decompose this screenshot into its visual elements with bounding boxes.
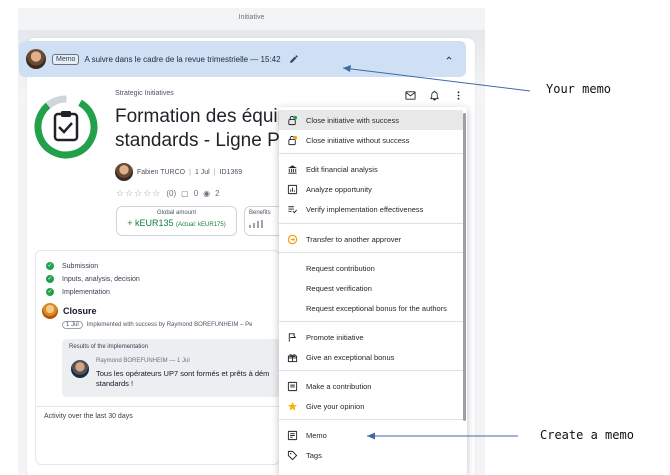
benefits-bars-icon	[249, 220, 279, 228]
memo-tag: Memo	[52, 53, 80, 65]
closure-meta: 1 Jul Implemented with success by Raymon…	[62, 321, 252, 329]
header-actions	[405, 90, 464, 101]
chevron-up-icon[interactable]	[444, 53, 454, 63]
menu-scrollbar[interactable]	[463, 113, 466, 421]
global-amount-value: + kEUR135 (Actual: kEUR175)	[127, 218, 226, 228]
memo-icon	[286, 429, 298, 441]
benefits-box[interactable]: Benefits	[244, 206, 284, 236]
view-count: 2	[215, 189, 220, 198]
results-author-avatar	[71, 360, 89, 378]
star-rating-icon[interactable]: ☆☆☆☆☆	[116, 188, 161, 199]
eye-icon: ◉	[203, 189, 211, 198]
menu-item-transfer[interactable]: Transfer to another approver	[279, 229, 463, 249]
results-title: Results of the implementation	[69, 344, 149, 350]
divider	[36, 406, 279, 407]
check-icon: ✓	[46, 262, 54, 270]
owner-date: 1 Jul	[194, 168, 210, 176]
memo-banner[interactable]: Memo A suivre dans le cadre de la revue …	[19, 41, 466, 77]
check-icon: ✓	[46, 288, 54, 296]
annotation-your-memo: Your memo	[546, 82, 612, 96]
menu-item-request-bonus[interactable]: Request exceptional bonus for the author…	[279, 298, 463, 318]
results-author: Raymond BOREFUNHEIM — 1 Jul	[96, 358, 190, 364]
menu-item-request-contribution[interactable]: Request contribution	[279, 258, 463, 278]
results-box: Results of the implementation Raymond BO…	[62, 339, 281, 397]
results-text: Tous les opérateurs UP7 sont formés et p…	[96, 369, 270, 388]
window-title: Initiative	[18, 8, 485, 30]
menu-item-contribute[interactable]: Make a contribution	[279, 376, 463, 396]
menu-item-edit-financial[interactable]: Edit financial analysis	[279, 159, 463, 179]
menu-item-verify[interactable]: Verify implementation effectiveness	[279, 199, 463, 219]
closure-heading: Closure	[42, 303, 97, 319]
star-icon	[286, 400, 298, 412]
memo-author-avatar	[26, 49, 46, 69]
rating-row: ☆☆☆☆☆ (0) ▢ 0 ◉ 2	[116, 188, 220, 199]
progress-ring-icon	[34, 95, 98, 159]
initiative-id: ID1369	[219, 168, 243, 176]
menu-item-tags[interactable]: Tags	[279, 445, 463, 465]
menu-item-memo[interactable]: Memo	[279, 425, 463, 445]
menu-item-analyze[interactable]: Analyze opportunity	[279, 179, 463, 199]
lock-success-icon	[286, 114, 298, 126]
menu-item-give-bonus[interactable]: Give an exceptional bonus	[279, 347, 463, 367]
menu-item-close-failure[interactable]: Close initiative without success	[279, 130, 463, 150]
bell-icon[interactable]	[429, 90, 440, 101]
workflow-step: ✓ Submission	[46, 262, 99, 270]
owner-avatar	[115, 163, 133, 181]
workflow-section: ✓ Submission ✓ Inputs, analysis, decisio…	[35, 250, 281, 465]
owner-row: Fabien TURCO | 1 Jul | ID1369	[115, 163, 242, 181]
check-icon: ✓	[46, 275, 54, 283]
transfer-icon	[286, 233, 298, 245]
closure-date-pill: 1 Jul	[62, 321, 83, 329]
tag-icon	[286, 449, 298, 461]
global-amount-box[interactable]: Global amount + kEUR135 (Actual: kEUR175…	[116, 206, 237, 236]
flag-icon	[286, 331, 298, 343]
benefits-label: Benefits	[249, 210, 271, 216]
rating-count: (0)	[166, 189, 177, 198]
menu-item-opinion[interactable]: Give your opinion	[279, 396, 463, 416]
pencil-icon[interactable]	[289, 54, 299, 64]
comment-box-icon	[286, 380, 298, 392]
workflow-step: ✓ Inputs, analysis, decision	[46, 275, 140, 283]
actions-menu: Close initiative with success Close init…	[279, 107, 467, 475]
activity-label: Activity over the last 30 days	[44, 413, 133, 420]
category-label: Strategic Initiatives	[115, 90, 174, 97]
closure-avatar	[42, 303, 58, 319]
menu-item-request-verification[interactable]: Request verification	[279, 278, 463, 298]
workflow-step: ✓ Implementation	[46, 288, 110, 296]
checklist-icon	[286, 203, 298, 215]
menu-item-promote[interactable]: Promote initiative	[279, 327, 463, 347]
comment-icon: ▢	[181, 189, 189, 198]
memo-text: A suivre dans le cadre de la revue trime…	[84, 54, 281, 64]
menu-item-close-success[interactable]: Close initiative with success	[279, 110, 463, 130]
global-amount-label: Global amount	[156, 210, 197, 216]
annotation-create-memo: Create a memo	[540, 428, 634, 442]
owner-name[interactable]: Fabien TURCO	[137, 169, 185, 176]
chart-box-icon	[286, 183, 298, 195]
lock-fail-icon	[286, 134, 298, 146]
comment-count: 0	[193, 189, 199, 198]
more-vertical-icon[interactable]	[453, 90, 464, 101]
gift-icon	[286, 351, 298, 363]
bank-icon	[286, 163, 298, 175]
mail-icon[interactable]	[405, 90, 416, 101]
